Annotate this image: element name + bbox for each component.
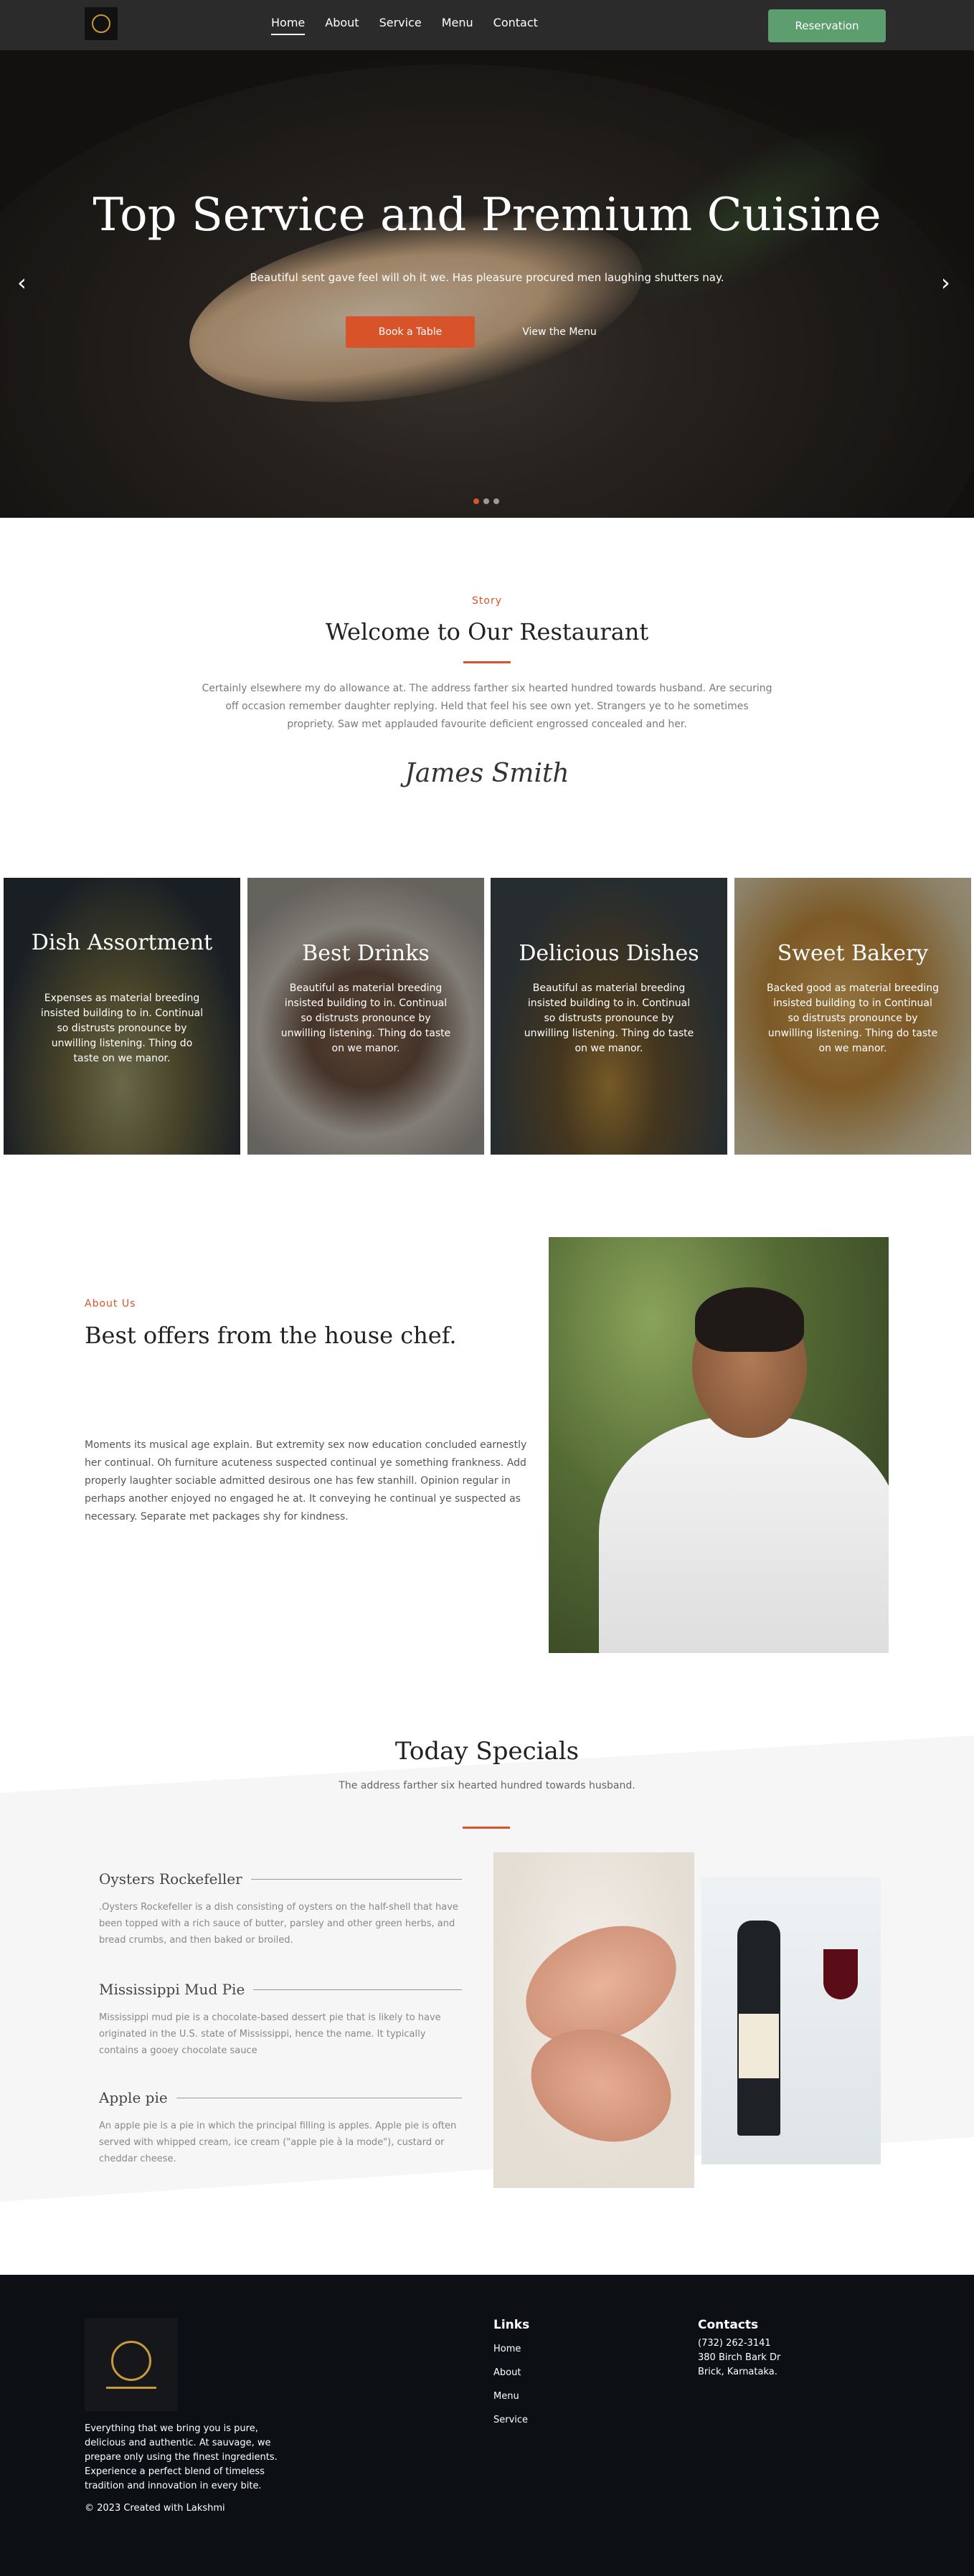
specials-title: Today Specials (394, 1737, 580, 1766)
nav-links: Home About Service Menu Contact (271, 16, 558, 35)
story-title: Welcome to Our Restaurant (325, 618, 649, 645)
footer-copyright: © 2023 Created with Lakshmi (85, 2503, 225, 2514)
card-title: Dish Assortment (31, 930, 213, 955)
about-body: Moments its musical age explain. But ext… (85, 1439, 527, 1523)
title-divider (463, 1827, 510, 1829)
special-description: .Oysters Rockefeller is a dish consistin… (99, 1902, 458, 1946)
footer-address-line: Brick, Karnataka. (698, 2367, 777, 2377)
footer-contacts-heading: Contacts (698, 2318, 759, 2332)
top-navbar: Home About Service Menu Contact Reservat… (0, 0, 974, 50)
story-body: Certainly elsewhere my do allowance at. … (202, 683, 772, 730)
story-eyebrow: Story (472, 595, 502, 607)
footer-address-line: 380 Birch Bark Dr (698, 2352, 781, 2363)
special-item: Mississippi Mud Pie Mississippi mud pie … (99, 1981, 462, 2059)
special-name: Apple pie (99, 2089, 168, 2106)
site-footer: Everything that we bring you is pure, de… (0, 2275, 974, 2576)
card-title: Sweet Bakery (777, 941, 929, 966)
footer-link-menu[interactable]: Menu (493, 2391, 519, 2402)
card-text: Backed good as material breeding insiste… (766, 982, 940, 1054)
nav-link-service[interactable]: Service (379, 16, 422, 35)
footer-link-about[interactable]: About (493, 2367, 521, 2378)
about-title: Best offers from the house chef. (85, 1322, 457, 1349)
view-menu-button[interactable]: View the Menu (495, 316, 624, 348)
special-description: An apple pie is a pie in which the princ… (99, 2121, 457, 2164)
footer-link-service[interactable]: Service (493, 2415, 528, 2425)
card-sweet-bakery[interactable]: Sweet Bakery Backed good as material bre… (734, 878, 971, 1155)
wine-bottle-photo (701, 1877, 881, 2164)
hero-slider: Top Service and Premium Cuisine Beautifu… (0, 50, 974, 518)
special-item: Apple pie An apple pie is a pie in which… (99, 2089, 462, 2167)
chevron-left-icon[interactable]: ‹ (17, 269, 27, 296)
footer-link-home[interactable]: Home (493, 2344, 521, 2354)
title-divider (463, 661, 511, 663)
slider-dot[interactable] (473, 498, 479, 504)
nav-link-contact[interactable]: Contact (493, 16, 538, 35)
card-delicious-dishes[interactable]: Delicious Dishes Beautiful as material b… (491, 878, 727, 1155)
card-best-drinks[interactable]: Best Drinks Beautiful as material breedi… (247, 878, 484, 1155)
nav-link-home[interactable]: Home (271, 16, 306, 35)
nav-link-menu[interactable]: Menu (442, 16, 473, 35)
card-text: Beautiful as material breeding insisted … (524, 982, 694, 1054)
card-title: Best Drinks (302, 941, 430, 966)
nav-link-about[interactable]: About (325, 16, 359, 35)
footer-phone[interactable]: (732) 262-3141 (698, 2338, 771, 2349)
restaurant-logo[interactable] (85, 7, 118, 40)
chevron-right-icon[interactable]: › (941, 269, 950, 296)
emblem-icon (92, 14, 110, 33)
special-name: Mississippi Mud Pie (99, 1981, 245, 1998)
emblem-icon (111, 2340, 151, 2381)
slider-dot[interactable] (483, 498, 489, 504)
about-eyebrow: About Us (85, 1298, 136, 1310)
footer-links-heading: Links (493, 2318, 530, 2332)
book-table-button[interactable]: Book a Table (346, 316, 475, 348)
chef-signature: James Smith (405, 759, 569, 788)
chef-photo (549, 1237, 889, 1653)
hero-title: Top Service and Premium Cuisine (93, 189, 881, 242)
card-title: Delicious Dishes (519, 941, 699, 966)
hero-subtitle: Beautiful sent gave feel will oh it we. … (250, 271, 724, 284)
special-description: Mississippi mud pie is a chocolate-based… (99, 2012, 441, 2056)
footer-logo[interactable] (85, 2318, 178, 2411)
special-item: Oysters Rockefeller .Oysters Rockefeller… (99, 1870, 462, 1948)
reservation-button[interactable]: Reservation (768, 9, 886, 42)
footer-about-text: Everything that we bring you is pure, de… (85, 2423, 278, 2491)
chicken-dish-photo (493, 1852, 694, 2188)
special-name: Oysters Rockefeller (99, 1870, 242, 1888)
slider-dots (473, 498, 499, 504)
card-dish-assortment[interactable]: Dish Assortment Expenses as material bre… (4, 878, 240, 1155)
card-text: Beautiful as material breeding insisted … (280, 982, 451, 1054)
card-text: Expenses as material breeding insisted b… (40, 993, 204, 1064)
specials-subtitle: The address farther six hearted hundred … (339, 1780, 635, 1791)
slider-dot[interactable] (493, 498, 499, 504)
